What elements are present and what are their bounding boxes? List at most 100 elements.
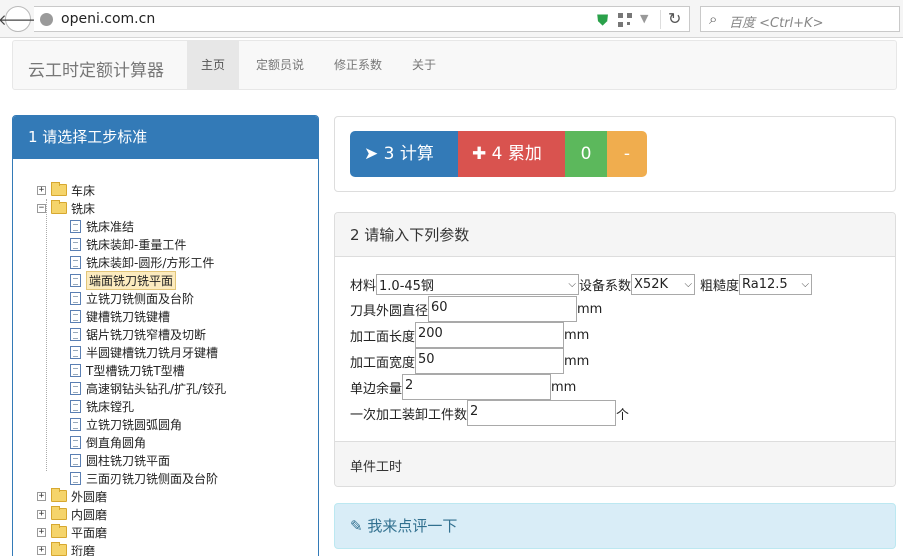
expand-icon[interactable]: + (37, 545, 46, 555)
allowance-unit: mm (551, 379, 577, 395)
expand-icon[interactable]: + (37, 527, 46, 537)
tree-leaf[interactable]: 立铣刀铣侧面及台阶 (70, 289, 194, 307)
document-icon (70, 219, 81, 233)
reload-icon[interactable]: ↻ (668, 9, 681, 28)
diameter-input[interactable]: 60 (428, 296, 578, 322)
nav-correction-factors[interactable]: 修正系数 (320, 41, 396, 89)
expand-icon[interactable]: + (37, 509, 46, 519)
tree-leaf[interactable]: 立铣刀铣圆弧圆角 (70, 415, 182, 433)
document-icon (70, 309, 81, 323)
document-icon (70, 453, 81, 467)
tree-node-label: 铣床准结 (86, 219, 135, 234)
tree-folder[interactable]: + 内圆磨 (37, 505, 107, 523)
tree-leaf[interactable]: 铣床装卸-圆形/方形工件 (70, 253, 214, 271)
tree-node-label: T型槽铣刀铣T型槽 (86, 363, 185, 378)
width-row: 加工面宽度 50 mm (350, 348, 589, 374)
count-badge[interactable]: 0 (565, 131, 607, 177)
chevron-down-icon: ⌵ (568, 279, 577, 290)
tree-leaf[interactable]: 高速钢钻头钻孔/扩孔/铰孔 (70, 379, 226, 397)
step-standard-title: 1 请选择工步标准 (13, 116, 318, 159)
width-unit: mm (564, 353, 590, 369)
folder-icon (51, 524, 67, 538)
tree-node-label: 车床 (71, 183, 96, 198)
shield-icon[interactable]: ⛊ (597, 11, 608, 29)
width-label: 加工面宽度 (350, 355, 416, 371)
tree-leaf[interactable]: 铣床装卸-重量工件 (70, 235, 186, 253)
back-arrow-icon[interactable]: 🡐 (0, 6, 38, 32)
diameter-row: 刀具外圆直径 60 mm (350, 296, 602, 322)
folder-icon (51, 182, 67, 196)
allowance-label: 单边余量 (350, 381, 403, 397)
allowance-input[interactable]: 2 (402, 374, 552, 400)
nav-about[interactable]: 关于 (398, 41, 450, 89)
roughness-value: Ra12.5 (742, 277, 788, 292)
tree-leaf[interactable]: 铣床准结 (70, 217, 134, 235)
length-row: 加工面长度 200 mm (350, 322, 589, 348)
pencil-icon: ✎ (350, 517, 363, 535)
separator (660, 10, 661, 29)
globe-icon (40, 13, 53, 26)
tree-node-label: 键槽铣刀铣键槽 (86, 309, 171, 324)
step-standard-panel: 1 请选择工步标准 + 车床 − 铣床铣床准结 铣床装卸-重量工件 铣床装卸-圆形/方形工… (12, 115, 319, 556)
tree-folder[interactable]: + 车床 (37, 181, 95, 199)
qr-code-icon[interactable] (618, 13, 632, 27)
tree-leaf[interactable]: T型槽铣刀铣T型槽 (70, 361, 185, 379)
nav-staff-notes[interactable]: 定额员说 (242, 41, 318, 89)
tree-leaf[interactable]: 三面刃铣刀铣侧面及台阶 (70, 469, 218, 487)
brand-title[interactable]: 云工时定额计算器 (28, 56, 164, 81)
equip-select[interactable]: X52K ⌵ (631, 274, 696, 295)
document-icon (70, 381, 81, 395)
browser-toolbar: 🡐 openi.com.cn ⛊ ▼ ↻ ⌕ 百度 <Ctrl+K> (0, 0, 903, 38)
minus-button[interactable]: - (607, 131, 647, 177)
address-bar[interactable]: openi.com.cn ⛊ ▼ ↻ (34, 6, 690, 32)
folder-icon (51, 542, 67, 556)
folder-icon (51, 488, 67, 502)
comment-panel[interactable]: ✎ 我来点评一下 (334, 503, 896, 549)
document-icon (70, 327, 81, 341)
roughness-select[interactable]: Ra12.5 ⌵ (739, 274, 813, 295)
accumulate-button[interactable]: ✚ 4 累加 (458, 131, 565, 177)
length-input[interactable]: 200 (415, 322, 565, 348)
pieces-input[interactable]: 2 (467, 400, 617, 426)
tree-folder[interactable]: + 平面磨 (37, 523, 107, 541)
tree-leaf[interactable]: 铣床镗孔 (70, 397, 134, 415)
calculate-button[interactable]: ➤ 3 计算 (350, 131, 458, 177)
material-select[interactable]: 1.0-45钢 ⌵ (376, 274, 580, 295)
pieces-row: 一次加工装卸工件数 2 个 (350, 400, 629, 426)
material-value: 1.0-45钢 (379, 279, 434, 294)
material-label: 材料 (350, 279, 377, 294)
tree-guide-line (46, 199, 47, 471)
tree-leaf[interactable]: 锯片铣刀铣窄槽及切断 (70, 325, 206, 343)
document-icon (70, 363, 81, 377)
folder-icon (51, 506, 67, 520)
expand-icon[interactable]: + (37, 185, 46, 195)
tree-leaf[interactable]: 圆柱铣刀铣平面 (70, 451, 170, 469)
allowance-row: 单边余量 2 mm (350, 374, 576, 400)
top-navbar: 云工时定额计算器 主页 定额员说 修正系数 关于 (12, 40, 897, 90)
document-icon (70, 435, 81, 449)
accumulate-label: 4 累加 (491, 144, 542, 164)
expand-icon[interactable]: + (37, 491, 46, 501)
tree-leaf[interactable]: 键槽铣刀铣键槽 (70, 307, 170, 325)
dropdown-arrow-icon[interactable]: ▼ (640, 12, 648, 25)
chevron-down-icon: ⌵ (801, 279, 810, 290)
tree-leaf[interactable]: 端面铣刀铣平面 (70, 270, 177, 290)
diameter-label: 刀具外圆直径 (350, 303, 429, 319)
nav-home[interactable]: 主页 (187, 41, 240, 89)
length-label: 加工面长度 (350, 329, 416, 345)
chevron-down-icon: ⌵ (684, 279, 693, 290)
tree-folder[interactable]: − 铣床 (37, 199, 95, 217)
pieces-label: 一次加工装卸工件数 (350, 407, 468, 423)
search-icon: ⌕ (709, 10, 718, 28)
comment-label: 我来点评一下 (367, 517, 458, 535)
tree-folder[interactable]: + 外圆磨 (37, 487, 107, 505)
search-placeholder: 百度 <Ctrl+K> (729, 16, 824, 31)
diameter-unit: mm (577, 301, 603, 317)
tree-leaf[interactable]: 倒直角圆角 (70, 433, 146, 451)
tree-leaf[interactable]: 半圆键槽铣刀铣月牙键槽 (70, 343, 218, 361)
width-input[interactable]: 50 (415, 348, 565, 374)
browser-search-box[interactable]: ⌕ 百度 <Ctrl+K> (700, 6, 900, 32)
document-icon (70, 237, 81, 251)
collapse-icon[interactable]: − (37, 203, 46, 213)
tree-folder[interactable]: + 珩磨 (37, 541, 95, 556)
